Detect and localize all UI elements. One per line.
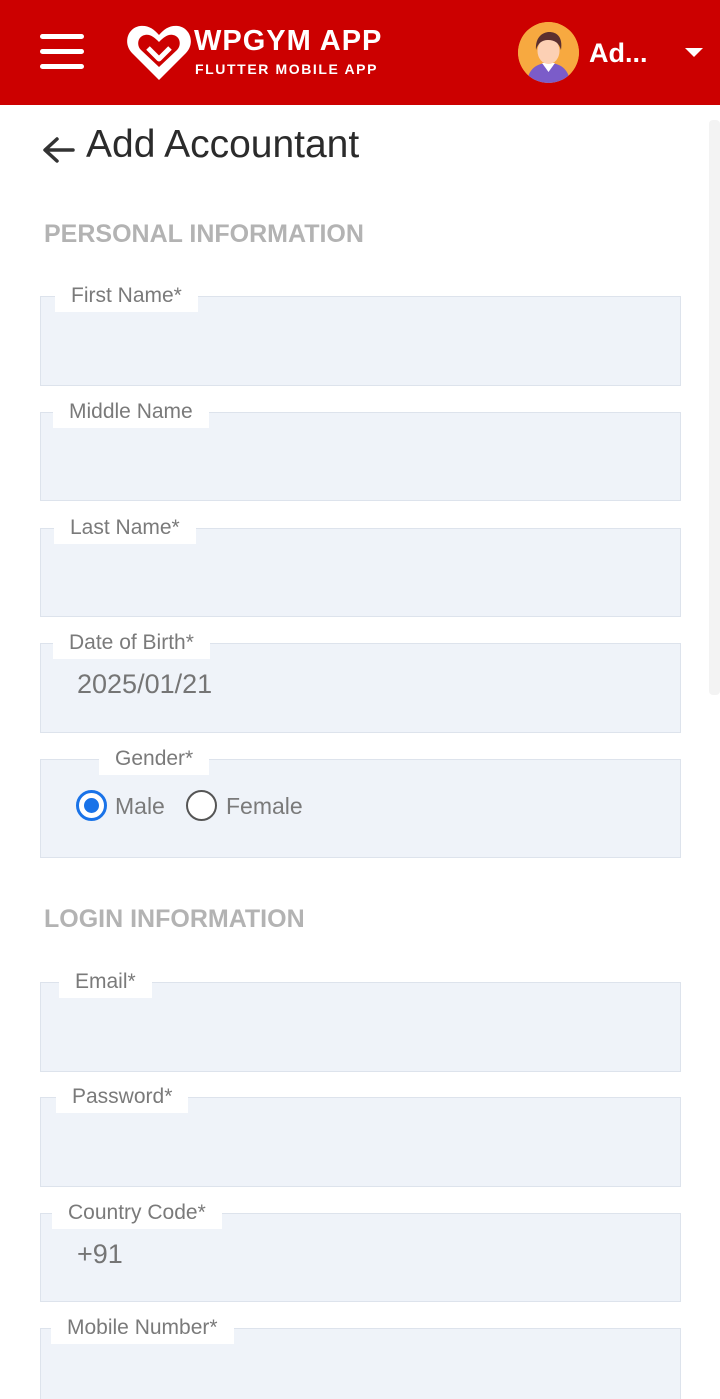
mobile-number-field[interactable]: Mobile Number* [40, 1312, 681, 1399]
date-of-birth-label: Date of Birth* [53, 627, 210, 659]
last-name-field[interactable]: Last Name* [40, 512, 681, 617]
date-of-birth-value: 2025/01/21 [77, 669, 213, 699]
brand-title: WPGYM APP [194, 25, 383, 57]
caret-down-icon[interactable] [685, 48, 703, 57]
mobile-number-label: Mobile Number* [51, 1312, 234, 1344]
scrollbar[interactable] [709, 120, 720, 695]
brand-subtitle: FLUTTER MOBILE APP [195, 61, 379, 77]
arrow-left-icon[interactable] [40, 132, 76, 168]
gender-male-radio[interactable] [76, 790, 107, 821]
email-field[interactable]: Email* [40, 966, 681, 1072]
user-avatar[interactable] [518, 22, 579, 83]
date-of-birth-field[interactable]: Date of Birth* 2025/01/21 [40, 627, 681, 733]
middle-name-field[interactable]: Middle Name [40, 396, 681, 501]
gender-female-radio[interactable] [186, 790, 217, 821]
hamburger-menu-icon[interactable] [40, 34, 84, 70]
user-name[interactable]: Ad... [589, 38, 648, 69]
gender-field: Gender* Male Female [40, 743, 681, 858]
password-label: Password* [56, 1081, 189, 1113]
gender-female-label[interactable]: Female [226, 793, 303, 820]
country-code-label: Country Code* [52, 1197, 222, 1229]
avatar-image [518, 22, 579, 83]
last-name-label: Last Name* [54, 512, 196, 544]
page-title: Add Accountant [86, 123, 360, 166]
country-code-value: +91 [77, 1239, 123, 1269]
section-personal-information: PERSONAL INFORMATION [44, 220, 364, 248]
gender-label: Gender* [99, 743, 210, 775]
email-label: Email* [59, 966, 152, 998]
first-name-field[interactable]: First Name* [40, 280, 681, 386]
country-code-field[interactable]: Country Code* +91 [40, 1197, 681, 1302]
app-bar: WPGYM APP FLUTTER MOBILE APP Ad... [0, 0, 720, 105]
middle-name-label: Middle Name [53, 396, 209, 428]
gender-male-label[interactable]: Male [115, 793, 165, 820]
first-name-label: First Name* [55, 280, 198, 312]
section-login-information: LOGIN INFORMATION [44, 905, 305, 933]
password-field[interactable]: Password* [40, 1081, 681, 1187]
heart-logo-icon [127, 25, 191, 80]
